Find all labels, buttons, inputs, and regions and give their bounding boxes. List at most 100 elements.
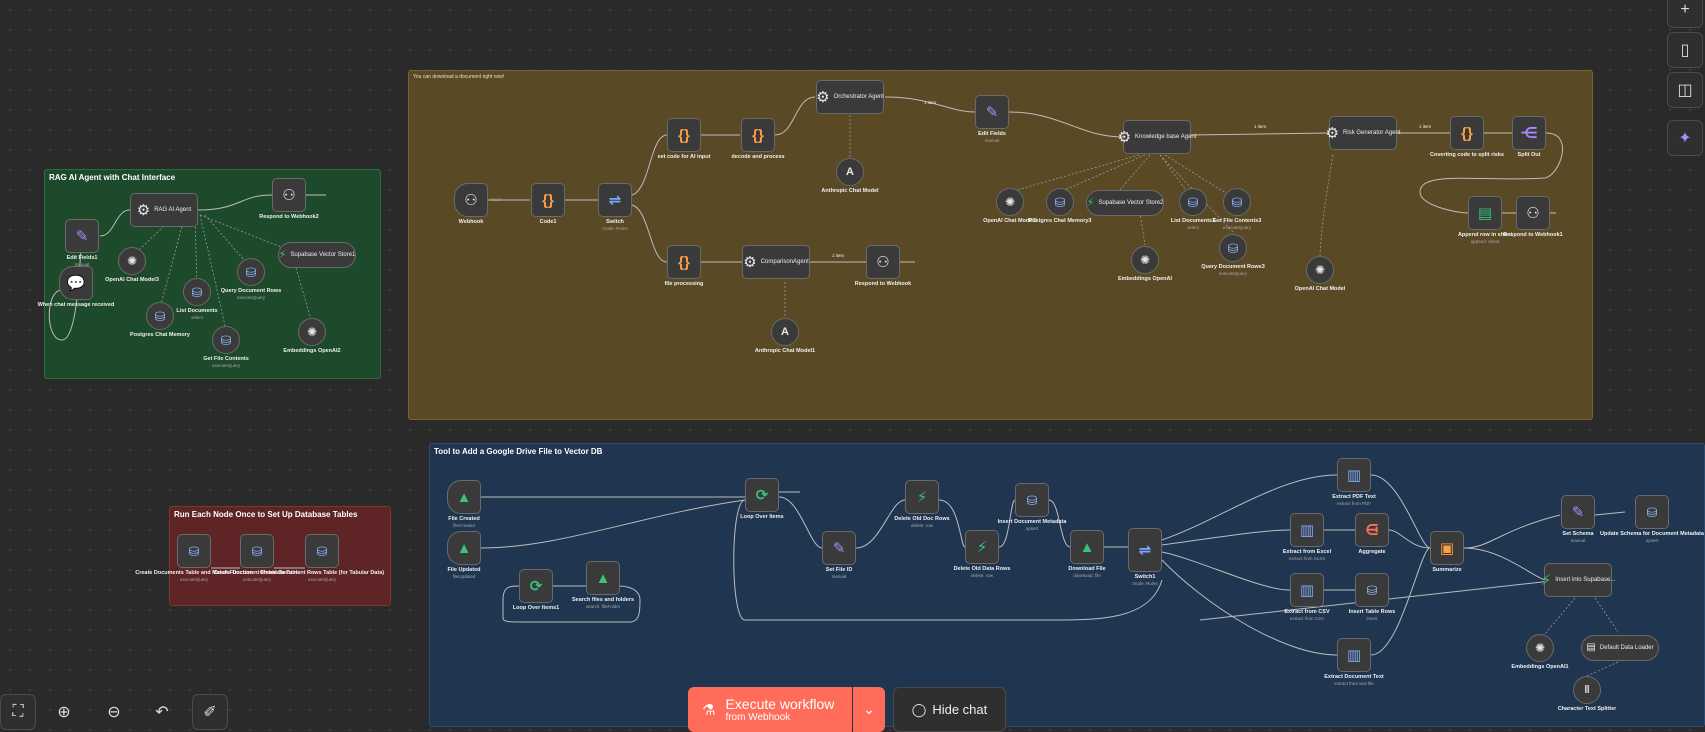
delete-data-rows-node[interactable]: ⚡ [965,530,999,564]
code1-node[interactable]: {} [531,183,565,217]
postgres-icon: ⛁ [1646,504,1658,520]
query-rows3-node[interactable]: ⛁ [1219,234,1247,262]
execute-dropdown-button[interactable]: ⌄ [853,687,885,732]
sticky-note-blue[interactable]: Tool to Add a Google Drive File to Vecto… [429,443,1705,727]
supabase-icon: ⚡ [278,248,287,261]
aggregate-icon: ⋳ [1365,521,1379,539]
postgres-memory-node[interactable]: ⛁ [146,302,174,330]
kb-agent-node[interactable]: ⚙ Knowledge base Agent [1118,120,1196,154]
delete-doc-rows-node[interactable]: ⚡ [905,480,939,514]
append-row-node[interactable]: ▤ [1468,196,1502,230]
fit-view-button[interactable]: ⛶ [0,694,36,730]
insert-table-rows-node[interactable]: ⛁ [1355,573,1389,607]
rag-agent-node[interactable]: ⚙ RAG AI Agent [130,193,198,227]
embeddings-openai2-node[interactable]: ✺ [298,318,326,346]
toggle-panel-button[interactable]: ◫ [1667,72,1703,108]
undo-button[interactable]: ↶ [144,694,180,730]
switch1-node[interactable]: ⇌ [1128,528,1162,572]
respond-webhook-node[interactable]: ⚇ [866,245,900,279]
embeddings-openai1-node[interactable]: ✺ [1526,634,1554,662]
edit-fields-node[interactable]: ✎ [975,95,1009,129]
openai-model2-node[interactable]: ✺ [996,188,1024,216]
create-metadata-table-node[interactable]: ⛁ [240,534,274,568]
postgres-icon: ⛁ [188,543,200,559]
file-created-node[interactable]: ▲ [447,480,481,514]
node-label: OpenAI Chat Model [1294,286,1346,292]
openai-model-node[interactable]: ✺ [1306,256,1334,284]
update-schema-node[interactable]: ⛁ [1635,495,1669,529]
embeddings-openai-node[interactable]: ✺ [1131,246,1159,274]
code-icon: {} [1461,124,1473,142]
fit-view-icon: ⛶ [12,703,24,720]
set-file-id-node[interactable]: ✎ [822,531,856,565]
search-files-node[interactable]: ▲ [586,561,620,595]
file-updated-node[interactable]: ▲ [447,531,481,565]
loop-over-items-node[interactable]: ⟳ [745,478,779,512]
postgres-memory3-node[interactable]: ⛁ [1046,188,1074,216]
list-documents3-node[interactable]: ⛁ [1179,188,1207,216]
set-schema-node[interactable]: ✎ [1561,495,1595,529]
switch-node[interactable]: ⇌ [598,183,632,217]
split-out-node[interactable]: ⋲ [1512,116,1546,150]
zoom-out-button[interactable]: ⊖ [96,694,132,730]
decode-node[interactable]: {} [741,118,775,152]
risk-agent-node[interactable]: ⚙ Risk Generator Agent [1326,116,1400,150]
hide-chat-button[interactable]: ◯ Hide chat [893,687,1006,732]
extract-excel-node[interactable]: ▥ [1290,513,1324,547]
aggregate-node[interactable]: ⋳ [1355,513,1389,547]
file-processing-node[interactable]: {} [667,245,701,279]
anthropic-model-node[interactable]: A [836,158,864,186]
list-documents-node[interactable]: ⛁ [183,278,211,306]
webhook-node[interactable]: ⚇ [454,183,488,217]
insert-metadata-node[interactable]: ⛁ [1015,483,1049,517]
add-sticky-button[interactable]: ▯ [1667,32,1703,68]
document-icon: ▤ [1586,642,1596,653]
supabase-store2-node[interactable]: ⚡ Supabase Vector Store2 [1086,190,1164,216]
method-badge: POST [490,197,502,202]
execute-workflow-button[interactable]: ⚗ Execute workflow from Webhook [688,687,852,732]
add-node-button[interactable]: + [1667,0,1703,28]
download-file-node[interactable]: ▲ [1070,530,1104,564]
create-rows-table-node[interactable]: ⛁ [305,534,339,568]
respond-webhook1-node[interactable]: ⚇ [1516,196,1550,230]
anthropic-model1-node[interactable]: A [771,318,799,346]
supabase-store1-node[interactable]: ⚡ Supabase Vector Store1 [278,242,356,268]
zoom-in-button[interactable]: ⊕ [46,694,82,730]
node-label: Set File ID manual [825,567,853,579]
get-file-contents3-node[interactable]: ⛁ [1223,188,1251,216]
tidy-up-button[interactable]: ✐ [192,694,228,730]
node-label: Loop Over Items1 [512,605,560,611]
insert-supabase-node[interactable]: ⚡ Insert into Supabase... [1541,563,1615,597]
postgres-icon: ⛁ [316,543,328,559]
postgres-icon: ⛁ [191,284,203,300]
respond-webhook2-node[interactable]: ⚇ [272,178,306,212]
default-data-loader-node[interactable]: ▤ Default Data Loader [1581,635,1659,661]
character-splitter-node[interactable]: ‖ [1573,676,1601,704]
set-code-node[interactable]: {} [667,118,701,152]
comparison-agent-node[interactable]: ⚙ ComparisonAgent [742,245,810,279]
node-label: List Documents select [176,308,218,320]
split-icon: ⋲ [1520,124,1538,142]
node-label: Embeddings OpenAI1 [1511,664,1569,670]
edit-fields1-node[interactable]: ✎ [65,219,99,253]
ai-assistant-button[interactable]: ✦ [1667,120,1703,156]
chat-trigger-node[interactable]: 💬 [59,266,93,300]
create-documents-table-node[interactable]: ⛁ [177,534,211,568]
extract-csv-node[interactable]: ▥ [1290,573,1324,607]
orchestrator-agent-node[interactable]: ⚙ Orchestrator Agent [816,80,884,114]
postgres-icon: ⛁ [154,308,166,324]
supabase-icon: ⚡ [976,538,988,556]
anthropic-icon: A [781,325,789,338]
extract-pdf-node[interactable]: ▥ [1337,458,1371,492]
converting-node[interactable]: {} [1450,116,1484,150]
extract-document-node[interactable]: ▥ [1337,638,1371,672]
query-rows-node[interactable]: ⛁ [237,258,265,286]
plus-icon: + [1680,1,1690,18]
node-label: Extract Document Text extract from text f… [1324,674,1384,686]
get-file-contents-node[interactable]: ⛁ [212,326,240,354]
openai-model3-node[interactable]: ✺ [118,247,146,275]
group-title: You can download a document right now! [413,74,505,80]
loop-over-items1-node[interactable]: ⟳ [519,569,553,603]
summarize-node[interactable]: ▣ [1430,531,1464,565]
node-label: Aggregate [1358,549,1386,555]
